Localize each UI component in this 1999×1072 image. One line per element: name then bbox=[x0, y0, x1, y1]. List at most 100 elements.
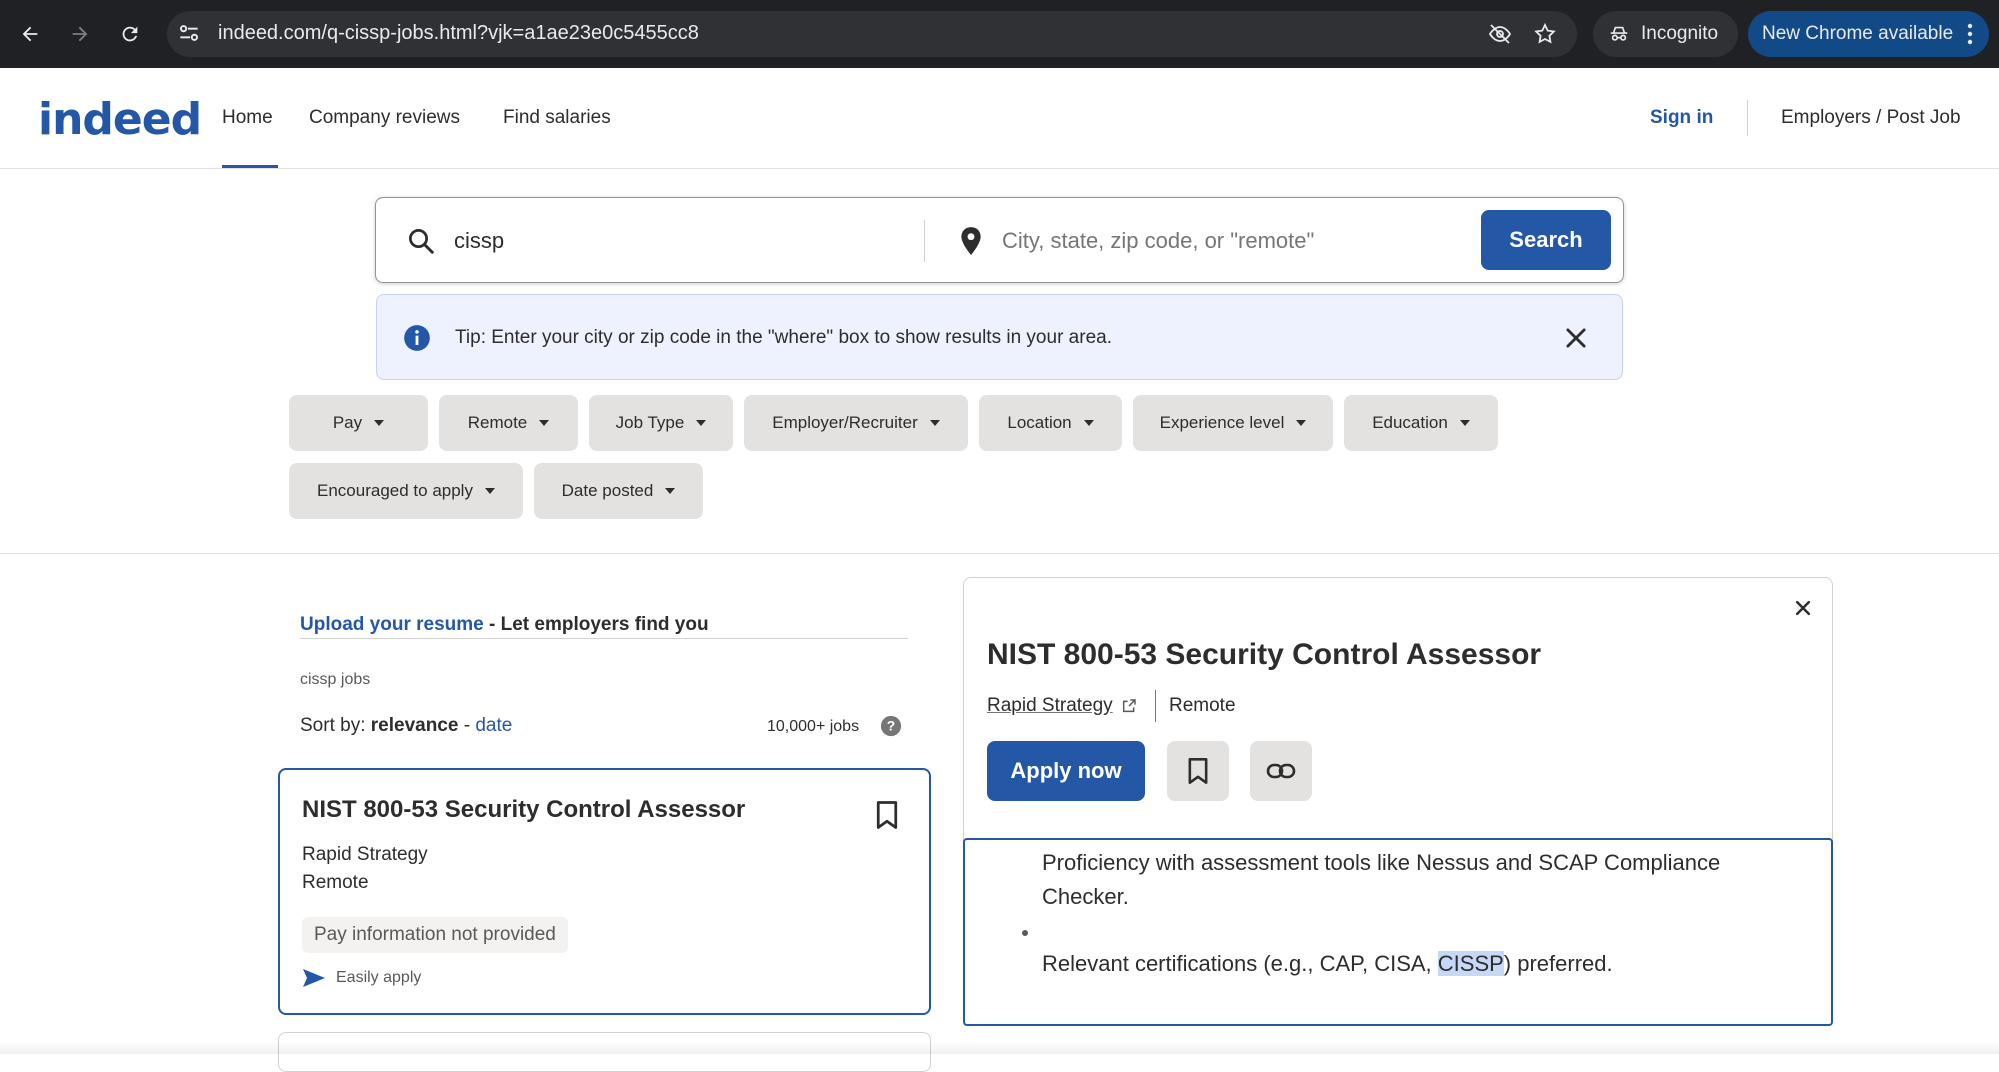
upload-resume-text: - Let employers find you bbox=[483, 614, 709, 635]
reload-icon bbox=[122, 26, 138, 42]
apply-now-button[interactable]: Apply now bbox=[987, 741, 1145, 801]
caret-down-icon bbox=[696, 420, 707, 426]
help-icon[interactable]: ? bbox=[880, 715, 902, 737]
more-vert-icon bbox=[1967, 23, 1973, 45]
job-detail-company: Rapid Strategy bbox=[987, 695, 1113, 716]
search-separator bbox=[924, 220, 925, 262]
upload-resume-link[interactable]: Upload your resume bbox=[300, 614, 484, 635]
filter-label: Job Type bbox=[615, 413, 685, 432]
filter-encouraged-to-apply[interactable]: Encouraged to apply bbox=[289, 463, 523, 519]
nav-active-indicator bbox=[222, 165, 278, 168]
filter-label: Experience level bbox=[1159, 413, 1285, 432]
search-icon bbox=[409, 229, 434, 254]
job-detail-company-link[interactable]: Rapid Strategy bbox=[987, 695, 1137, 717]
employers-post-job-link[interactable]: Employers / Post Job bbox=[1781, 107, 1961, 129]
job-count: 10,000+ jobs bbox=[767, 718, 860, 735]
external-link-icon bbox=[1122, 699, 1136, 713]
forward-button[interactable] bbox=[64, 18, 96, 50]
sort-separator: - bbox=[458, 715, 476, 736]
svg-text:?: ? bbox=[887, 719, 895, 734]
caret-down-icon bbox=[484, 488, 495, 494]
incognito-icon bbox=[1610, 26, 1628, 41]
location-tip-banner: Tip: Enter your city or zip code in the … bbox=[376, 294, 1623, 380]
filter-job-type[interactable]: Job Type bbox=[589, 395, 733, 451]
tip-text: Tip: Enter your city or zip code in the … bbox=[455, 327, 1112, 348]
upload-resume-prompt: Upload your resume - Let employers find … bbox=[300, 614, 709, 636]
job-detail-location: Remote bbox=[1169, 695, 1236, 716]
description-text: ) preferred. bbox=[1503, 951, 1613, 976]
copy-link-button[interactable] bbox=[1250, 741, 1312, 801]
star-icon[interactable] bbox=[1533, 22, 1557, 51]
send-icon bbox=[303, 969, 325, 987]
job-detail-title: NIST 800-53 Security Control Assessor bbox=[987, 638, 1542, 671]
caret-down-icon bbox=[539, 420, 550, 426]
caret-down-icon bbox=[1083, 420, 1094, 426]
filter-label: Location bbox=[1007, 413, 1072, 432]
sign-in-link[interactable]: Sign in bbox=[1650, 107, 1713, 129]
job-card-location: Remote bbox=[302, 872, 369, 893]
filter-label: Encouraged to apply bbox=[317, 481, 473, 500]
job-card-title[interactable]: NIST 800-53 Security Control Assessor bbox=[302, 796, 745, 824]
chrome-update-label: New Chrome available bbox=[1762, 23, 1954, 44]
back-button[interactable] bbox=[14, 18, 46, 50]
arrow-left-icon bbox=[22, 26, 38, 42]
filter-remote[interactable]: Remote bbox=[439, 395, 578, 451]
site-header: indeed Home Company reviews Find salarie… bbox=[0, 68, 1999, 169]
reload-button[interactable] bbox=[114, 18, 146, 50]
nav-home[interactable]: Home bbox=[222, 107, 273, 129]
incognito-badge[interactable]: Incognito bbox=[1593, 11, 1738, 57]
job-card[interactable]: NIST 800-53 Security Control Assessor Ra… bbox=[278, 768, 931, 1015]
bullet-point bbox=[1022, 930, 1028, 936]
job-search-form: Search bbox=[375, 197, 1624, 283]
filter-education[interactable]: Education bbox=[1344, 395, 1498, 451]
filter-employer-recruiter[interactable]: Employer/Recruiter bbox=[744, 395, 968, 451]
caret-down-icon bbox=[1459, 420, 1470, 426]
browser-toolbar: indeed.com/q-cissp-jobs.html?vjk=a1ae23e… bbox=[0, 0, 1999, 68]
where-input[interactable] bbox=[1002, 224, 1442, 258]
location-pin-icon bbox=[961, 227, 981, 255]
filter-location[interactable]: Location bbox=[979, 395, 1122, 451]
indeed-logo[interactable]: indeed bbox=[38, 94, 202, 145]
sort-relevance: relevance bbox=[370, 715, 459, 736]
nav-find-salaries[interactable]: Find salaries bbox=[503, 107, 611, 129]
description-line: Relevant certifications (e.g., CAP, CISA… bbox=[1042, 951, 1613, 977]
eye-off-icon[interactable] bbox=[1487, 22, 1513, 51]
close-icon[interactable] bbox=[1562, 324, 1590, 352]
info-icon bbox=[404, 325, 430, 351]
url-text[interactable]: indeed.com/q-cissp-jobs.html?vjk=a1ae23e… bbox=[218, 22, 699, 45]
filter-label: Employer/Recruiter bbox=[772, 413, 918, 432]
chrome-update-button[interactable]: New Chrome available bbox=[1748, 11, 1989, 57]
description-text: Relevant certifications (e.g., CAP, CISA… bbox=[1042, 951, 1438, 976]
sort-date-link[interactable]: date bbox=[475, 715, 512, 736]
what-input[interactable] bbox=[454, 224, 894, 258]
header-divider bbox=[1747, 100, 1748, 136]
caret-down-icon bbox=[929, 420, 940, 426]
caret-down-icon bbox=[665, 488, 676, 494]
search-button[interactable]: Search bbox=[1481, 210, 1611, 270]
highlighted-keyword: CISSP bbox=[1437, 951, 1504, 976]
filter-label: Date posted bbox=[561, 481, 654, 500]
bookmark-icon bbox=[1188, 758, 1208, 784]
breadcrumb[interactable]: cissp jobs bbox=[300, 671, 370, 689]
close-icon[interactable] bbox=[1793, 598, 1813, 618]
nav-company-reviews[interactable]: Company reviews bbox=[309, 107, 460, 129]
arrow-right-icon bbox=[72, 26, 88, 42]
section-divider bbox=[0, 553, 1999, 554]
link-icon bbox=[1266, 763, 1296, 779]
filter-pay[interactable]: Pay bbox=[289, 395, 428, 451]
job-card-company: Rapid Strategy bbox=[302, 844, 428, 865]
job-description[interactable]: Proficiency with assessment tools like N… bbox=[963, 838, 1833, 1026]
save-job-button[interactable] bbox=[1167, 741, 1229, 801]
pay-badge: Pay information not provided bbox=[302, 917, 568, 953]
easily-apply-label: Easily apply bbox=[336, 969, 422, 986]
filter-experience-level[interactable]: Experience level bbox=[1133, 395, 1333, 451]
description-line: Proficiency with assessment tools like N… bbox=[1042, 850, 1721, 875]
bookmark-icon[interactable] bbox=[874, 800, 900, 830]
filter-date-posted[interactable]: Date posted bbox=[534, 463, 703, 519]
site-settings-icon[interactable] bbox=[176, 20, 202, 51]
description-line: Checker. bbox=[1042, 884, 1129, 909]
incognito-label: Incognito bbox=[1641, 23, 1719, 44]
caret-down-icon bbox=[374, 420, 385, 426]
filter-label: Pay bbox=[332, 413, 363, 432]
sort-label: Sort by: bbox=[300, 715, 366, 736]
